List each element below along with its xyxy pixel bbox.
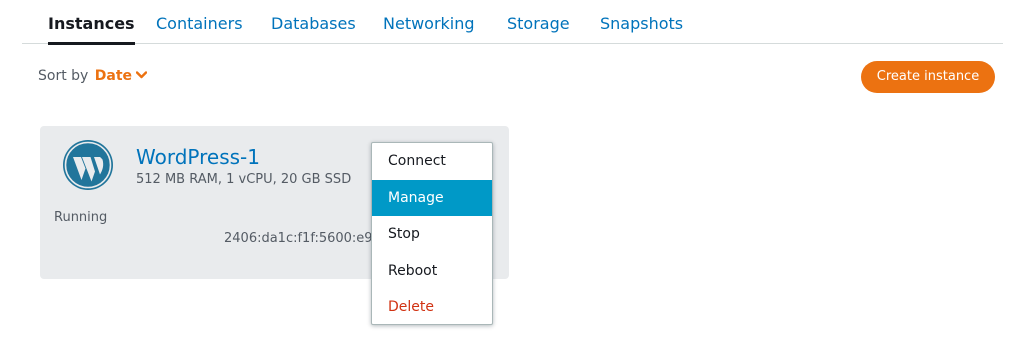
- instance-actions-menu: Connect Manage Stop Reboot Delete: [371, 142, 493, 325]
- instance-status: Running: [54, 210, 108, 225]
- menu-item-manage[interactable]: Manage: [372, 179, 492, 216]
- instance-name-link[interactable]: WordPress-1: [136, 145, 260, 169]
- lightsail-home: Instances Containers Databases Networkin…: [0, 0, 1024, 348]
- sort-control: Sort by Date: [38, 67, 148, 85]
- chevron-down-icon: [136, 70, 148, 78]
- menu-item-connect[interactable]: Connect: [372, 143, 492, 180]
- tab-networking[interactable]: Networking: [383, 14, 475, 34]
- create-instance-button[interactable]: Create instance: [861, 61, 995, 93]
- resource-tabs: Instances Containers Databases Networkin…: [22, 0, 1003, 45]
- tab-containers[interactable]: Containers: [156, 14, 243, 34]
- sort-value: Date: [94, 68, 133, 84]
- menu-item-stop[interactable]: Stop: [372, 216, 492, 253]
- sort-label: Sort by: [38, 68, 89, 84]
- tab-storage[interactable]: Storage: [507, 14, 570, 34]
- instance-ip-address: 2406:da1c:f1f:5600:e9: [224, 231, 373, 246]
- menu-item-delete[interactable]: Delete: [372, 289, 492, 326]
- tab-snapshots[interactable]: Snapshots: [600, 14, 683, 34]
- sort-dropdown[interactable]: Date: [94, 68, 148, 84]
- menu-item-reboot[interactable]: Reboot: [372, 253, 492, 290]
- tab-databases[interactable]: Databases: [271, 14, 356, 34]
- tab-instances[interactable]: Instances: [48, 14, 135, 45]
- instance-specs: 512 MB RAM, 1 vCPU, 20 GB SSD: [136, 172, 352, 187]
- wordpress-logo-icon[interactable]: [62, 139, 114, 191]
